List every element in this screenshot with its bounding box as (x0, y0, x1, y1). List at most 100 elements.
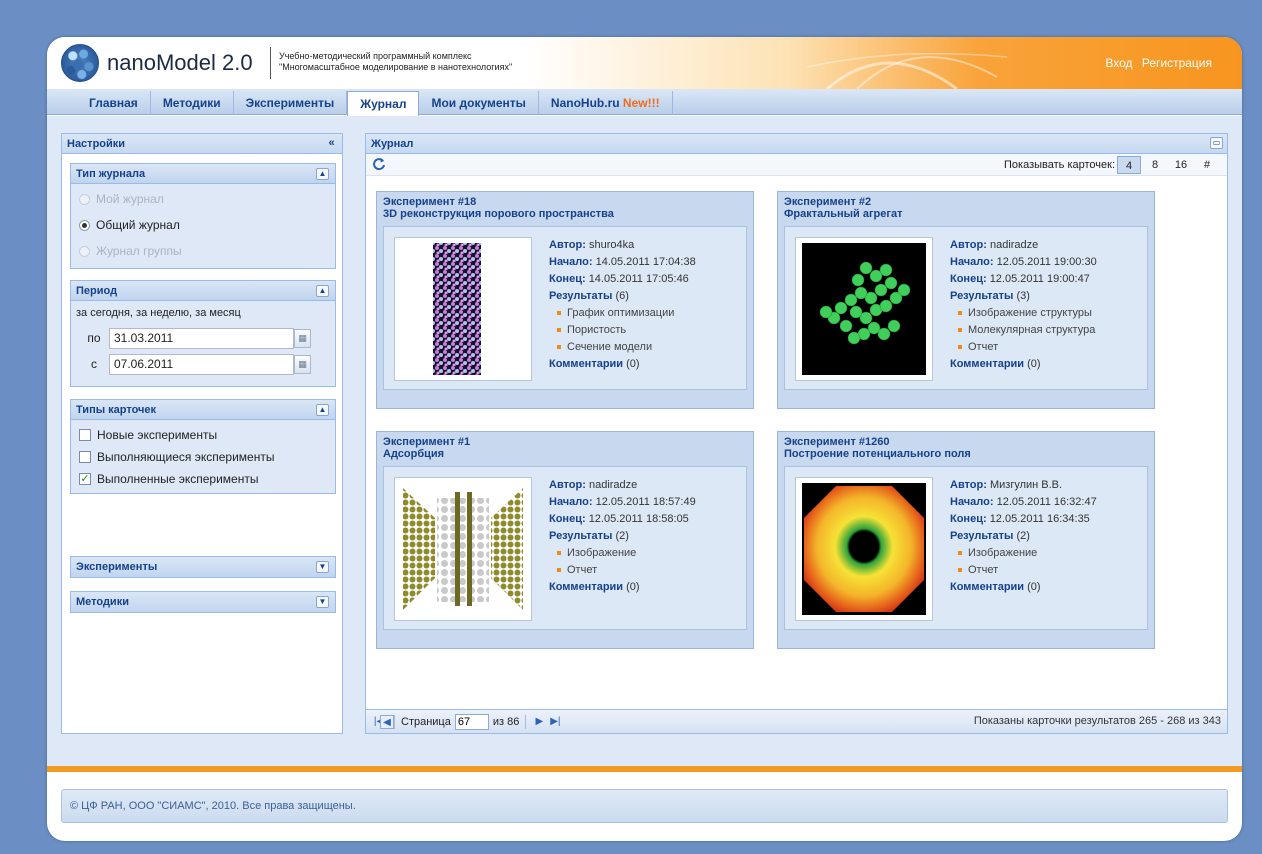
result-label: Пористость (567, 324, 627, 336)
prev-page-icon[interactable]: ◀ (380, 715, 394, 729)
result-label: График оптимизации (567, 307, 675, 319)
collapse-up-icon[interactable]: ▲ (316, 168, 329, 180)
experiments-header[interactable]: Эксперименты ▼ (71, 557, 335, 577)
result-link[interactable]: Сечение модели (549, 339, 696, 356)
checkbox-completed-experiments[interactable]: ✓ Выполненные эксперименты (71, 468, 335, 490)
comments-label[interactable]: Комментарии (950, 358, 1024, 370)
calendar-icon[interactable]: ▦ (294, 354, 311, 374)
period-header[interactable]: Период ▲ (71, 281, 335, 301)
end-label: Конец: (950, 273, 987, 285)
logo-divider (270, 47, 271, 79)
result-link[interactable]: Изображение структуры (950, 305, 1097, 322)
pager-divider (394, 715, 395, 729)
result-label: Изображение (567, 547, 637, 559)
app-name[interactable]: nanoModel 2.0 (107, 50, 253, 76)
card-types-header[interactable]: Типы карточек ▲ (71, 400, 335, 420)
card-types-box: Типы карточек ▲ Новые эксперименты Выпол… (70, 399, 336, 494)
refresh-icon[interactable] (372, 157, 386, 171)
checkbox-icon (79, 451, 91, 463)
pager-divider (525, 715, 527, 729)
experiment-card[interactable]: Эксперимент #18 3D реконструкция поровог… (376, 191, 754, 409)
card-body: Автор: nadiradze Начало: 12.05.2011 18:5… (383, 466, 747, 630)
comments-label[interactable]: Комментарии (549, 581, 623, 593)
experiment-thumbnail[interactable] (795, 237, 933, 381)
bullet-icon (557, 328, 561, 333)
collapse-up-icon[interactable]: ▲ (316, 285, 329, 297)
card-experiment-number: Эксперимент #2 (784, 196, 872, 208)
next-page-icon[interactable]: ▶ (532, 715, 546, 729)
app-frame: nanoModel 2.0 Учебно-методический програ… (47, 37, 1242, 841)
results-label: Результаты (950, 530, 1014, 542)
result-link[interactable]: Изображение (950, 545, 1097, 562)
radio-my-journal[interactable]: Мой журнал (71, 186, 335, 212)
comments-count: (0) (626, 358, 640, 370)
login-link[interactable]: Вход (1105, 56, 1132, 70)
tab-nanohub[interactable]: NanoHub.ru New!!! (539, 91, 673, 115)
bullet-icon (958, 311, 962, 316)
tab-main[interactable]: Главная (77, 91, 151, 115)
card-body: Автор: shuro4ka Начало: 14.05.2011 17:04… (383, 226, 747, 390)
comments-count: (0) (626, 581, 640, 593)
card-title: Эксперимент #2 Фрактальный агрегат (778, 192, 1154, 220)
methods-header[interactable]: Методики ▼ (71, 592, 335, 612)
date-to-label: по (87, 331, 101, 345)
footer-accent-bar (47, 766, 1242, 772)
result-link[interactable]: График оптимизации (549, 305, 696, 322)
collapse-up-icon[interactable]: ▲ (316, 404, 329, 416)
experiment-thumbnail[interactable] (795, 477, 933, 621)
settings-header: Настройки « (62, 134, 342, 154)
tab-methods[interactable]: Методики (151, 91, 234, 115)
page-size-4[interactable]: 4 (1117, 156, 1141, 174)
checkbox-new-experiments[interactable]: Новые эксперименты (71, 424, 335, 446)
radio-common-journal[interactable]: Общий журнал (71, 212, 335, 238)
register-link[interactable]: Регистрация (1142, 56, 1212, 70)
checkbox-running-experiments[interactable]: Выполняющиеся эксперименты (71, 446, 335, 468)
results-label: Результаты (549, 530, 613, 542)
tab-journal[interactable]: Журнал (347, 91, 420, 116)
expand-down-icon[interactable]: ▼ (316, 596, 329, 608)
journal-type-title: Тип журнала (76, 168, 146, 180)
radio-icon (79, 245, 90, 257)
tab-my-documents[interactable]: Мои документы (419, 91, 539, 115)
comments-label[interactable]: Комментарии (950, 581, 1024, 593)
card-info: Автор: nadiradze Начало: 12.05.2011 19:0… (950, 237, 1097, 373)
result-link[interactable]: Отчет (950, 562, 1097, 579)
methods-box: Методики ▼ (70, 591, 336, 613)
page-size-8[interactable]: 8 (1143, 156, 1167, 174)
journal-type-header[interactable]: Тип журнала ▲ (71, 164, 335, 184)
result-link[interactable]: Молекулярная структура (950, 322, 1097, 339)
page-number-input[interactable] (454, 714, 489, 730)
experiment-card[interactable]: Эксперимент #2 Фрактальный агрегат Автор… (777, 191, 1155, 409)
start-label: Начало: (549, 256, 593, 268)
expand-down-icon[interactable]: ▼ (316, 561, 329, 573)
result-link[interactable]: Пористость (549, 322, 696, 339)
result-link[interactable]: Отчет (549, 562, 696, 579)
bullet-icon (958, 328, 962, 333)
copyright-text: © ЦФ РАН, ООО "СИАМС", 2010. Все права з… (70, 800, 356, 812)
experiment-card[interactable]: Эксперимент #1260 Построение потенциальн… (777, 431, 1155, 649)
author-value[interactable]: nadiradze (990, 239, 1038, 251)
experiment-card[interactable]: Эксперимент #1 Адсорбция Автор: nadiradz… (376, 431, 754, 649)
experiment-thumbnail[interactable] (394, 237, 532, 381)
calendar-icon[interactable]: ▦ (294, 328, 311, 348)
logo-icon[interactable] (61, 44, 99, 82)
experiment-thumbnail[interactable] (394, 477, 532, 621)
comments-label[interactable]: Комментарии (549, 358, 623, 370)
date-to-input[interactable] (109, 327, 294, 349)
page-size-16[interactable]: 16 (1169, 156, 1193, 174)
result-link[interactable]: Отчет (950, 339, 1097, 356)
collapse-left-icon[interactable]: « (325, 137, 338, 150)
result-link[interactable]: Изображение (549, 545, 696, 562)
radio-group-journal[interactable]: Журнал группы (71, 238, 335, 264)
date-from-input[interactable] (109, 353, 294, 375)
last-page-icon[interactable]: ▶| (548, 715, 562, 729)
page-size-all[interactable]: # (1195, 156, 1219, 174)
author-value[interactable]: nadiradze (589, 479, 637, 491)
author-value[interactable]: Мизгулин В.В. (990, 479, 1062, 491)
comments-count: (0) (1027, 358, 1041, 370)
tab-experiments[interactable]: Эксперименты (234, 91, 348, 115)
maximize-icon[interactable]: ▭ (1210, 137, 1223, 149)
results-count: (2) (615, 530, 629, 542)
card-title: Эксперимент #1260 Построение потенциальн… (778, 432, 1154, 460)
author-value[interactable]: shuro4ka (589, 239, 634, 251)
